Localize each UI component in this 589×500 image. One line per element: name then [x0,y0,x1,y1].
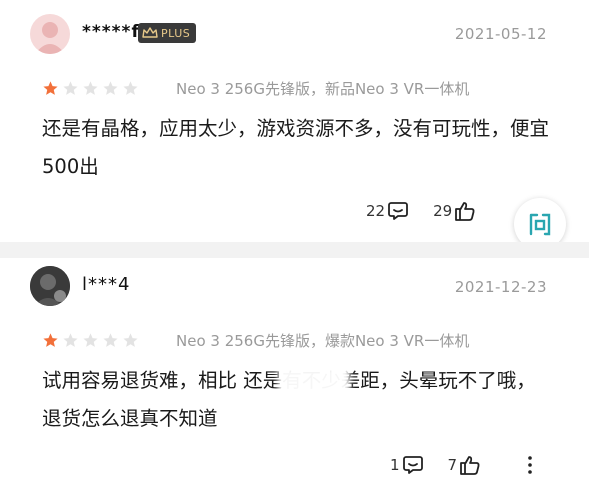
star-icon [83,81,98,95]
review-divider [0,242,589,258]
crown-icon [142,27,158,38]
rating-row: Neo 3 256G先锋版，爆款Neo 3 VR一体机 [42,330,469,351]
star-rating [42,332,160,349]
rating-row: Neo 3 256G先锋版，新品Neo 3 VR一体机 [42,78,469,99]
review-date: 2021-12-23 [454,278,547,296]
comment-count: 22 [366,202,386,220]
star-icon [63,333,78,347]
like-button[interactable]: 29 [433,200,476,222]
badge-label: PLUS [161,26,191,40]
more-icon[interactable] [519,454,541,476]
product-variant: Neo 3 256G先锋版，新品Neo 3 VR一体机 [176,80,470,98]
plus-badge: PLUS [138,23,197,43]
redaction-blur [278,366,350,396]
comment-icon [388,202,408,220]
thumbs-up-icon [455,202,475,221]
username[interactable]: l***4 [82,274,130,295]
thumbs-up-icon [460,456,480,475]
star-icon [103,81,118,95]
review-date: 2021-05-12 [454,25,547,43]
star-icon [63,81,78,95]
star-rating [42,80,160,97]
like-count: 7 [447,456,458,474]
review-card: l***4 2021-12-23 Neo 3 256G先锋版，爆款Neo 3 V… [0,258,589,500]
default-avatar-icon [35,22,65,54]
star-icon [103,333,118,347]
review-text: 还是有晶格，应用太少，游戏资源不多，没有可玩性，便宜500出 [42,117,550,178]
avatar[interactable] [30,266,70,306]
like-button[interactable]: 7 [448,454,482,476]
ask-icon [529,213,551,236]
review-actions: 22 29 [366,200,500,222]
star-icon [43,81,58,95]
review-actions: 1 7 [390,454,541,476]
avatar[interactable] [30,14,70,54]
star-icon [123,81,138,95]
comment-count: 1 [390,456,400,474]
comment-button[interactable]: 22 [366,200,409,222]
username[interactable]: *****f [82,22,140,42]
star-icon [123,333,138,347]
user-photo-icon [30,266,70,306]
comment-button[interactable]: 1 [390,454,424,476]
review-text: 试用容易退货难，相比 还是有不少差距，头晕玩不了哦，退货怎么退真不知道 [42,362,552,438]
product-variant: Neo 3 256G先锋版，爆款Neo 3 VR一体机 [176,332,470,350]
star-icon [83,333,98,347]
like-count: 29 [433,202,453,220]
review-card: *****f PLUS 2021-05-12 Neo 3 256G先锋版，新品N… [0,0,589,250]
comment-icon [402,456,423,474]
star-icon [43,333,58,347]
